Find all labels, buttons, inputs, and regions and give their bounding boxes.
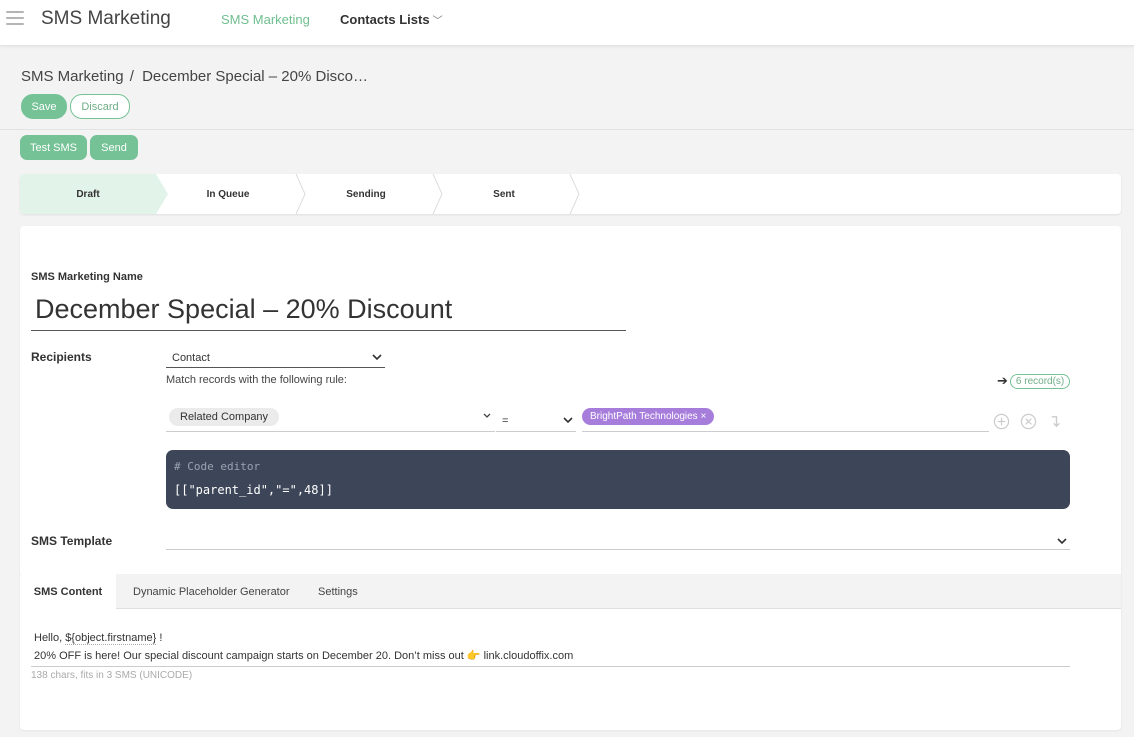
greeting-suffix: ! xyxy=(156,632,163,644)
status-bar: Draft In Queue Sending Sent xyxy=(20,174,1121,214)
content-underline xyxy=(31,666,1070,667)
add-rule-icon[interactable] xyxy=(993,413,1010,430)
sub-rule-icon[interactable] xyxy=(1048,413,1065,430)
greeting-text: Hello, xyxy=(34,632,66,644)
firstname-placeholder: ${object.firstname} xyxy=(65,632,157,645)
sms-content-line-1[interactable]: Hello, ${object.firstname} ! xyxy=(34,632,163,645)
chevron-down-icon xyxy=(483,413,491,418)
rule-value-tag: BrightPath Technologies × xyxy=(582,408,715,425)
rule-field-chip: Related Company xyxy=(169,408,280,426)
rule-value-field[interactable]: BrightPath Technologies × xyxy=(582,406,989,432)
code-value: [["parent_id","=",48]] xyxy=(174,483,333,497)
rule-field-select[interactable]: Related Company xyxy=(166,406,495,432)
nav-contacts-lists[interactable]: Contacts Lists ﹀ xyxy=(340,12,443,27)
discard-button[interactable]: Discard xyxy=(70,94,130,119)
recipients-model-value: Contact xyxy=(172,352,210,364)
tab-dynamic-placeholder-generator[interactable]: Dynamic Placeholder Generator xyxy=(133,574,290,609)
chevron-down-icon: ﹀ xyxy=(432,16,443,27)
top-navbar: SMS Marketing SMS Marketing Contacts Lis… xyxy=(0,0,1134,46)
chevron-down-icon xyxy=(563,417,573,424)
records-count-badge[interactable]: 6 record(s) xyxy=(1009,373,1071,389)
nav-contacts-label: Contacts Lists xyxy=(340,12,430,27)
breadcrumb-current: December Special – 20% Disco… xyxy=(142,68,368,85)
send-button[interactable]: Send xyxy=(90,135,138,160)
breadcrumb: SMS Marketing / December Special – 20% D… xyxy=(21,68,368,85)
app-title: SMS Marketing xyxy=(41,8,171,29)
rule-operator-value: = xyxy=(502,415,509,427)
rule-operator-select[interactable]: = xyxy=(496,410,576,432)
stage-sending[interactable]: Sending xyxy=(298,174,434,214)
recipients-model-select[interactable]: Contact xyxy=(166,350,385,368)
char-count-text: 138 chars, fits in 3 SMS (UNICODE) xyxy=(31,670,193,681)
records-link[interactable]: ➔ 6 record(s) xyxy=(997,373,1071,389)
form-card: SMS Marketing Name December Special – 20… xyxy=(20,226,1121,730)
chevron-down-icon xyxy=(372,354,382,361)
sms-marketing-name-input[interactable]: December Special – 20% Discount xyxy=(31,289,626,331)
sms-content-line-2[interactable]: 20% OFF is here! Our special discount ca… xyxy=(34,649,573,662)
code-editor[interactable]: # Code editor [["parent_id","=",48]] xyxy=(166,450,1070,509)
save-button[interactable]: Save xyxy=(21,94,67,119)
breadcrumb-root[interactable]: SMS Marketing xyxy=(21,68,124,85)
stage-draft[interactable]: Draft xyxy=(20,174,156,214)
breadcrumb-separator: / xyxy=(125,68,134,85)
tab-sms-content[interactable]: SMS Content xyxy=(20,574,116,609)
menu-icon[interactable] xyxy=(6,11,24,27)
delete-rule-icon[interactable] xyxy=(1020,413,1037,430)
rule-value-label: BrightPath Technologies xyxy=(590,411,698,422)
nav-sms-marketing[interactable]: SMS Marketing xyxy=(221,12,310,27)
test-sms-button[interactable]: Test SMS xyxy=(20,135,87,160)
arrow-right-icon: ➔ xyxy=(997,373,1008,388)
match-rule-text: Match records with the following rule: xyxy=(166,374,347,386)
remove-tag-icon[interactable]: × xyxy=(700,411,706,422)
tab-bar: SMS Content Dynamic Placeholder Generato… xyxy=(20,574,1121,609)
tab-settings[interactable]: Settings xyxy=(318,574,358,609)
recipients-label: Recipients xyxy=(31,350,92,364)
stage-sent[interactable]: Sent xyxy=(436,174,572,214)
divider xyxy=(0,129,1134,130)
sms-template-label: SMS Template xyxy=(31,534,113,548)
sms-template-select[interactable] xyxy=(166,531,1070,550)
code-comment: # Code editor xyxy=(174,460,261,473)
name-label: SMS Marketing Name xyxy=(31,271,143,283)
chevron-down-icon xyxy=(1057,538,1067,545)
stage-in-queue[interactable]: In Queue xyxy=(160,174,296,214)
